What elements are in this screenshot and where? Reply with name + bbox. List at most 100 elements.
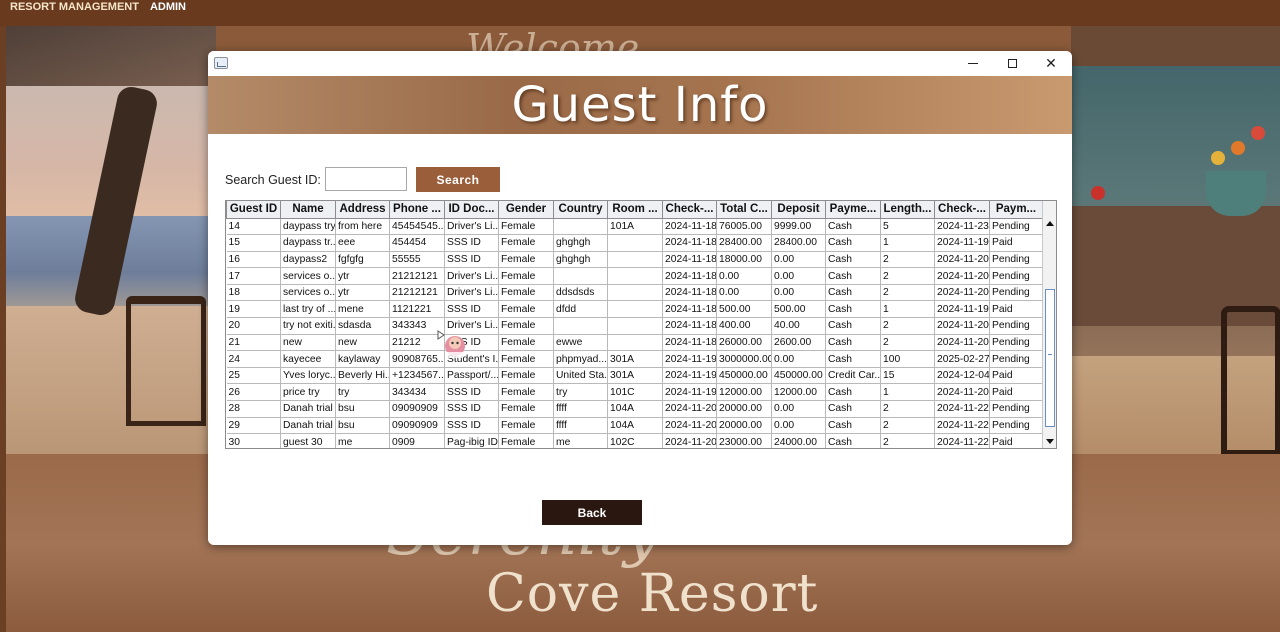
table-row[interactable]: 17 services o... ytr 21212121 Driver's Li...… (226, 267, 1043, 285)
col-header[interactable]: Guest ID (226, 201, 281, 219)
table-cell[interactable]: 101C (607, 383, 663, 402)
table-cell[interactable]: Cash (825, 317, 881, 335)
table-cell[interactable]: 2024-11-18 (662, 234, 717, 252)
table-cell[interactable]: 2 (880, 333, 935, 352)
table-row[interactable]: 28 Danah trial bsu 09090909 SSS ID Female ffff… (226, 400, 1043, 418)
table-cell[interactable]: Paid (989, 433, 1043, 448)
table-cell[interactable]: ghghgh (553, 234, 608, 252)
table-cell[interactable]: mene (335, 300, 390, 319)
col-header[interactable]: Deposit (771, 201, 826, 219)
table-cell[interactable]: Pending (989, 333, 1043, 352)
table-cell[interactable]: try (553, 383, 608, 402)
table-cell[interactable]: 19 (226, 300, 281, 319)
vertical-scrollbar[interactable] (1042, 201, 1056, 448)
table-cell[interactable]: 2 (880, 317, 935, 335)
col-header[interactable]: Name (280, 201, 336, 219)
menu-admin[interactable]: ADMIN (150, 1, 186, 13)
table-cell[interactable]: Paid (989, 234, 1043, 252)
table-cell[interactable] (607, 333, 663, 352)
table-cell[interactable]: 2024-11-22 (934, 433, 990, 448)
table-cell[interactable]: 2024-11-20 (662, 433, 717, 448)
table-cell[interactable]: 55555 (389, 250, 445, 269)
table-cell[interactable]: 2024-11-20 (662, 400, 717, 418)
table-cell[interactable]: 14 (226, 217, 281, 236)
table-cell[interactable]: ffff (553, 416, 608, 435)
table-cell[interactable] (607, 234, 663, 252)
col-header[interactable]: Length... (880, 201, 935, 219)
table-cell[interactable]: services o... (280, 283, 336, 302)
table-cell[interactable]: 2024-11-20 (934, 283, 990, 302)
table-cell[interactable]: United Sta... (553, 366, 608, 385)
table-cell[interactable]: 3000000.00 (716, 350, 772, 368)
table-cell[interactable]: 2 (880, 250, 935, 269)
table-cell[interactable]: 26 (226, 383, 281, 402)
table-cell[interactable]: Paid (989, 383, 1043, 402)
table-cell[interactable]: 2024-11-20 (934, 317, 990, 335)
table-cell[interactable]: 12000.00 (771, 383, 826, 402)
table-cell[interactable]: 45454545... (389, 217, 445, 236)
table-cell[interactable]: Female (498, 234, 554, 252)
table-cell[interactable]: 0.00 (771, 416, 826, 435)
table-cell[interactable] (607, 283, 663, 302)
table-cell[interactable]: 21212121 (389, 283, 445, 302)
table-cell[interactable]: daypass2 (280, 250, 336, 269)
table-cell[interactable]: 2024-11-19 (934, 300, 990, 319)
table-cell[interactable]: SSS ID (444, 234, 499, 252)
table-row[interactable]: 30 guest 30 me 0909 Pag-ibig ID Female me 102C 2… (226, 433, 1043, 448)
table-cell[interactable]: 28400.00 (771, 234, 826, 252)
table-cell[interactable]: 2024-11-18 (662, 333, 717, 352)
table-cell[interactable]: Cash (825, 433, 881, 448)
col-header[interactable]: ID Doc... (444, 201, 499, 219)
col-header[interactable]: Paym... (989, 201, 1043, 219)
table-cell[interactable]: 104A (607, 416, 663, 435)
table-cell[interactable] (553, 217, 608, 236)
col-header[interactable]: Check-... (662, 201, 717, 219)
table-cell[interactable]: 2024-11-20 (934, 383, 990, 402)
table-cell[interactable]: 1121221 (389, 300, 445, 319)
table-cell[interactable]: 2 (880, 433, 935, 448)
table-cell[interactable]: 102C (607, 433, 663, 448)
table-cell[interactable]: 21 (226, 333, 281, 352)
table-cell[interactable]: 2 (880, 283, 935, 302)
table-cell[interactable]: eee (335, 234, 390, 252)
table-cell[interactable]: SSS ID (444, 400, 499, 418)
table-cell[interactable] (607, 250, 663, 269)
table-cell[interactable] (553, 267, 608, 285)
table-cell[interactable]: 0.00 (771, 400, 826, 418)
table-cell[interactable]: 2024-11-20 (934, 267, 990, 285)
table-cell[interactable]: sdasda (335, 317, 390, 335)
table-row[interactable]: 25 Yves loryc... Beverly Hi... +1234567... P… (226, 366, 1043, 385)
table-cell[interactable]: me (335, 433, 390, 448)
table-cell[interactable]: Pending (989, 416, 1043, 435)
table-cell[interactable]: Passport/... (444, 366, 499, 385)
table-cell[interactable]: 400.00 (716, 317, 772, 335)
table-cell[interactable]: 500.00 (716, 300, 772, 319)
table-cell[interactable]: 301A (607, 350, 663, 368)
table-row[interactable]: 16 daypass2 fgfgfg 55555 SSS ID Female ghghgh 2… (226, 250, 1043, 269)
table-row[interactable]: 21newnew21212SSS IDFemaleewwe2024-11-182… (226, 333, 1043, 352)
table-cell[interactable]: 0.00 (771, 267, 826, 285)
table-row[interactable]: 15 daypass tr... eee 454454 SSS ID Female ghgh… (226, 234, 1043, 252)
table-cell[interactable]: 28400.00 (716, 234, 772, 252)
table-cell[interactable]: 28 (226, 400, 281, 418)
table-cell[interactable]: new (280, 333, 336, 352)
table-cell[interactable]: Cash (825, 217, 881, 236)
table-cell[interactable]: Danah trial (280, 416, 336, 435)
table-cell[interactable]: Cash (825, 400, 881, 418)
table-cell[interactable]: 2024-11-18 (662, 217, 717, 236)
table-row[interactable]: 24 kayecee kaylaway 90908765... Student's I.… (226, 350, 1043, 368)
table-cell[interactable]: 450000.00 (716, 366, 772, 385)
table-cell[interactable]: Female (498, 267, 554, 285)
guest-table[interactable]: Guest ID Name Address Phone ... ID Doc..… (225, 200, 1057, 449)
table-cell[interactable]: Female (498, 300, 554, 319)
table-cell[interactable]: Pending (989, 400, 1043, 418)
table-cell[interactable]: SSS ID (444, 300, 499, 319)
window-titlebar[interactable]: ✕ (208, 51, 1072, 76)
table-cell[interactable]: 2024-11-18 (662, 300, 717, 319)
table-cell[interactable]: phpmyad... (553, 350, 608, 368)
table-cell[interactable]: 09090909 (389, 416, 445, 435)
table-cell[interactable]: Cash (825, 283, 881, 302)
table-cell[interactable]: 2024-11-23 (934, 217, 990, 236)
maximize-button[interactable] (993, 51, 1031, 76)
table-cell[interactable] (553, 317, 608, 335)
